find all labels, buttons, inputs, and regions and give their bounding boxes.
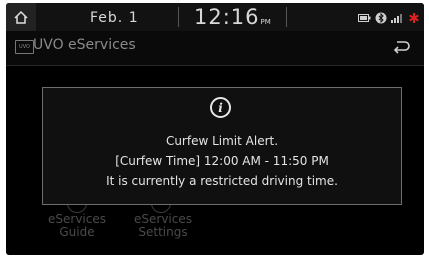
- alert-title: Curfew Limit Alert.: [165, 134, 279, 148]
- back-button[interactable]: [390, 37, 412, 57]
- status-icons: [358, 12, 419, 24]
- infotainment-screen: Feb. 1 12:16PM UVO UVO eServices eServic…: [6, 3, 424, 255]
- back-arrow-icon: [393, 41, 410, 54]
- battery-icon: [358, 14, 371, 22]
- info-icon: i: [210, 97, 231, 118]
- page-title: UVO eServices: [33, 37, 136, 53]
- eservices-guide-button[interactable]: eServices Guide: [37, 213, 117, 239]
- bluetooth-icon: [375, 12, 387, 24]
- menu-label-line2: Guide: [59, 225, 95, 239]
- status-divider: [286, 7, 287, 27]
- status-time: 12:16: [194, 5, 260, 29]
- sos-icon: [409, 13, 419, 23]
- curfew-time: [Curfew Time] 12:00 AM - 11:50 PM: [115, 154, 329, 168]
- status-bar: Feb. 1 12:16PM: [6, 3, 424, 31]
- alert-message: It is currently a restricted driving tim…: [106, 174, 338, 188]
- home-button[interactable]: [6, 3, 36, 31]
- home-icon: [14, 10, 28, 24]
- uvo-app-icon: UVO: [15, 40, 34, 54]
- menu-label-line2: Settings: [138, 225, 188, 239]
- status-date: Feb. 1: [90, 10, 139, 26]
- status-divider: [178, 7, 179, 27]
- eservices-settings-button[interactable]: eServices Settings: [123, 213, 203, 239]
- status-ampm: PM: [260, 18, 271, 26]
- signal-icon: [391, 14, 402, 23]
- title-bar: UVO UVO eServices: [6, 31, 424, 66]
- status-clock: 12:16PM: [194, 5, 271, 29]
- curfew-alert-popup[interactable]: i Curfew Limit Alert. [Curfew Time] 12:0…: [42, 87, 402, 205]
